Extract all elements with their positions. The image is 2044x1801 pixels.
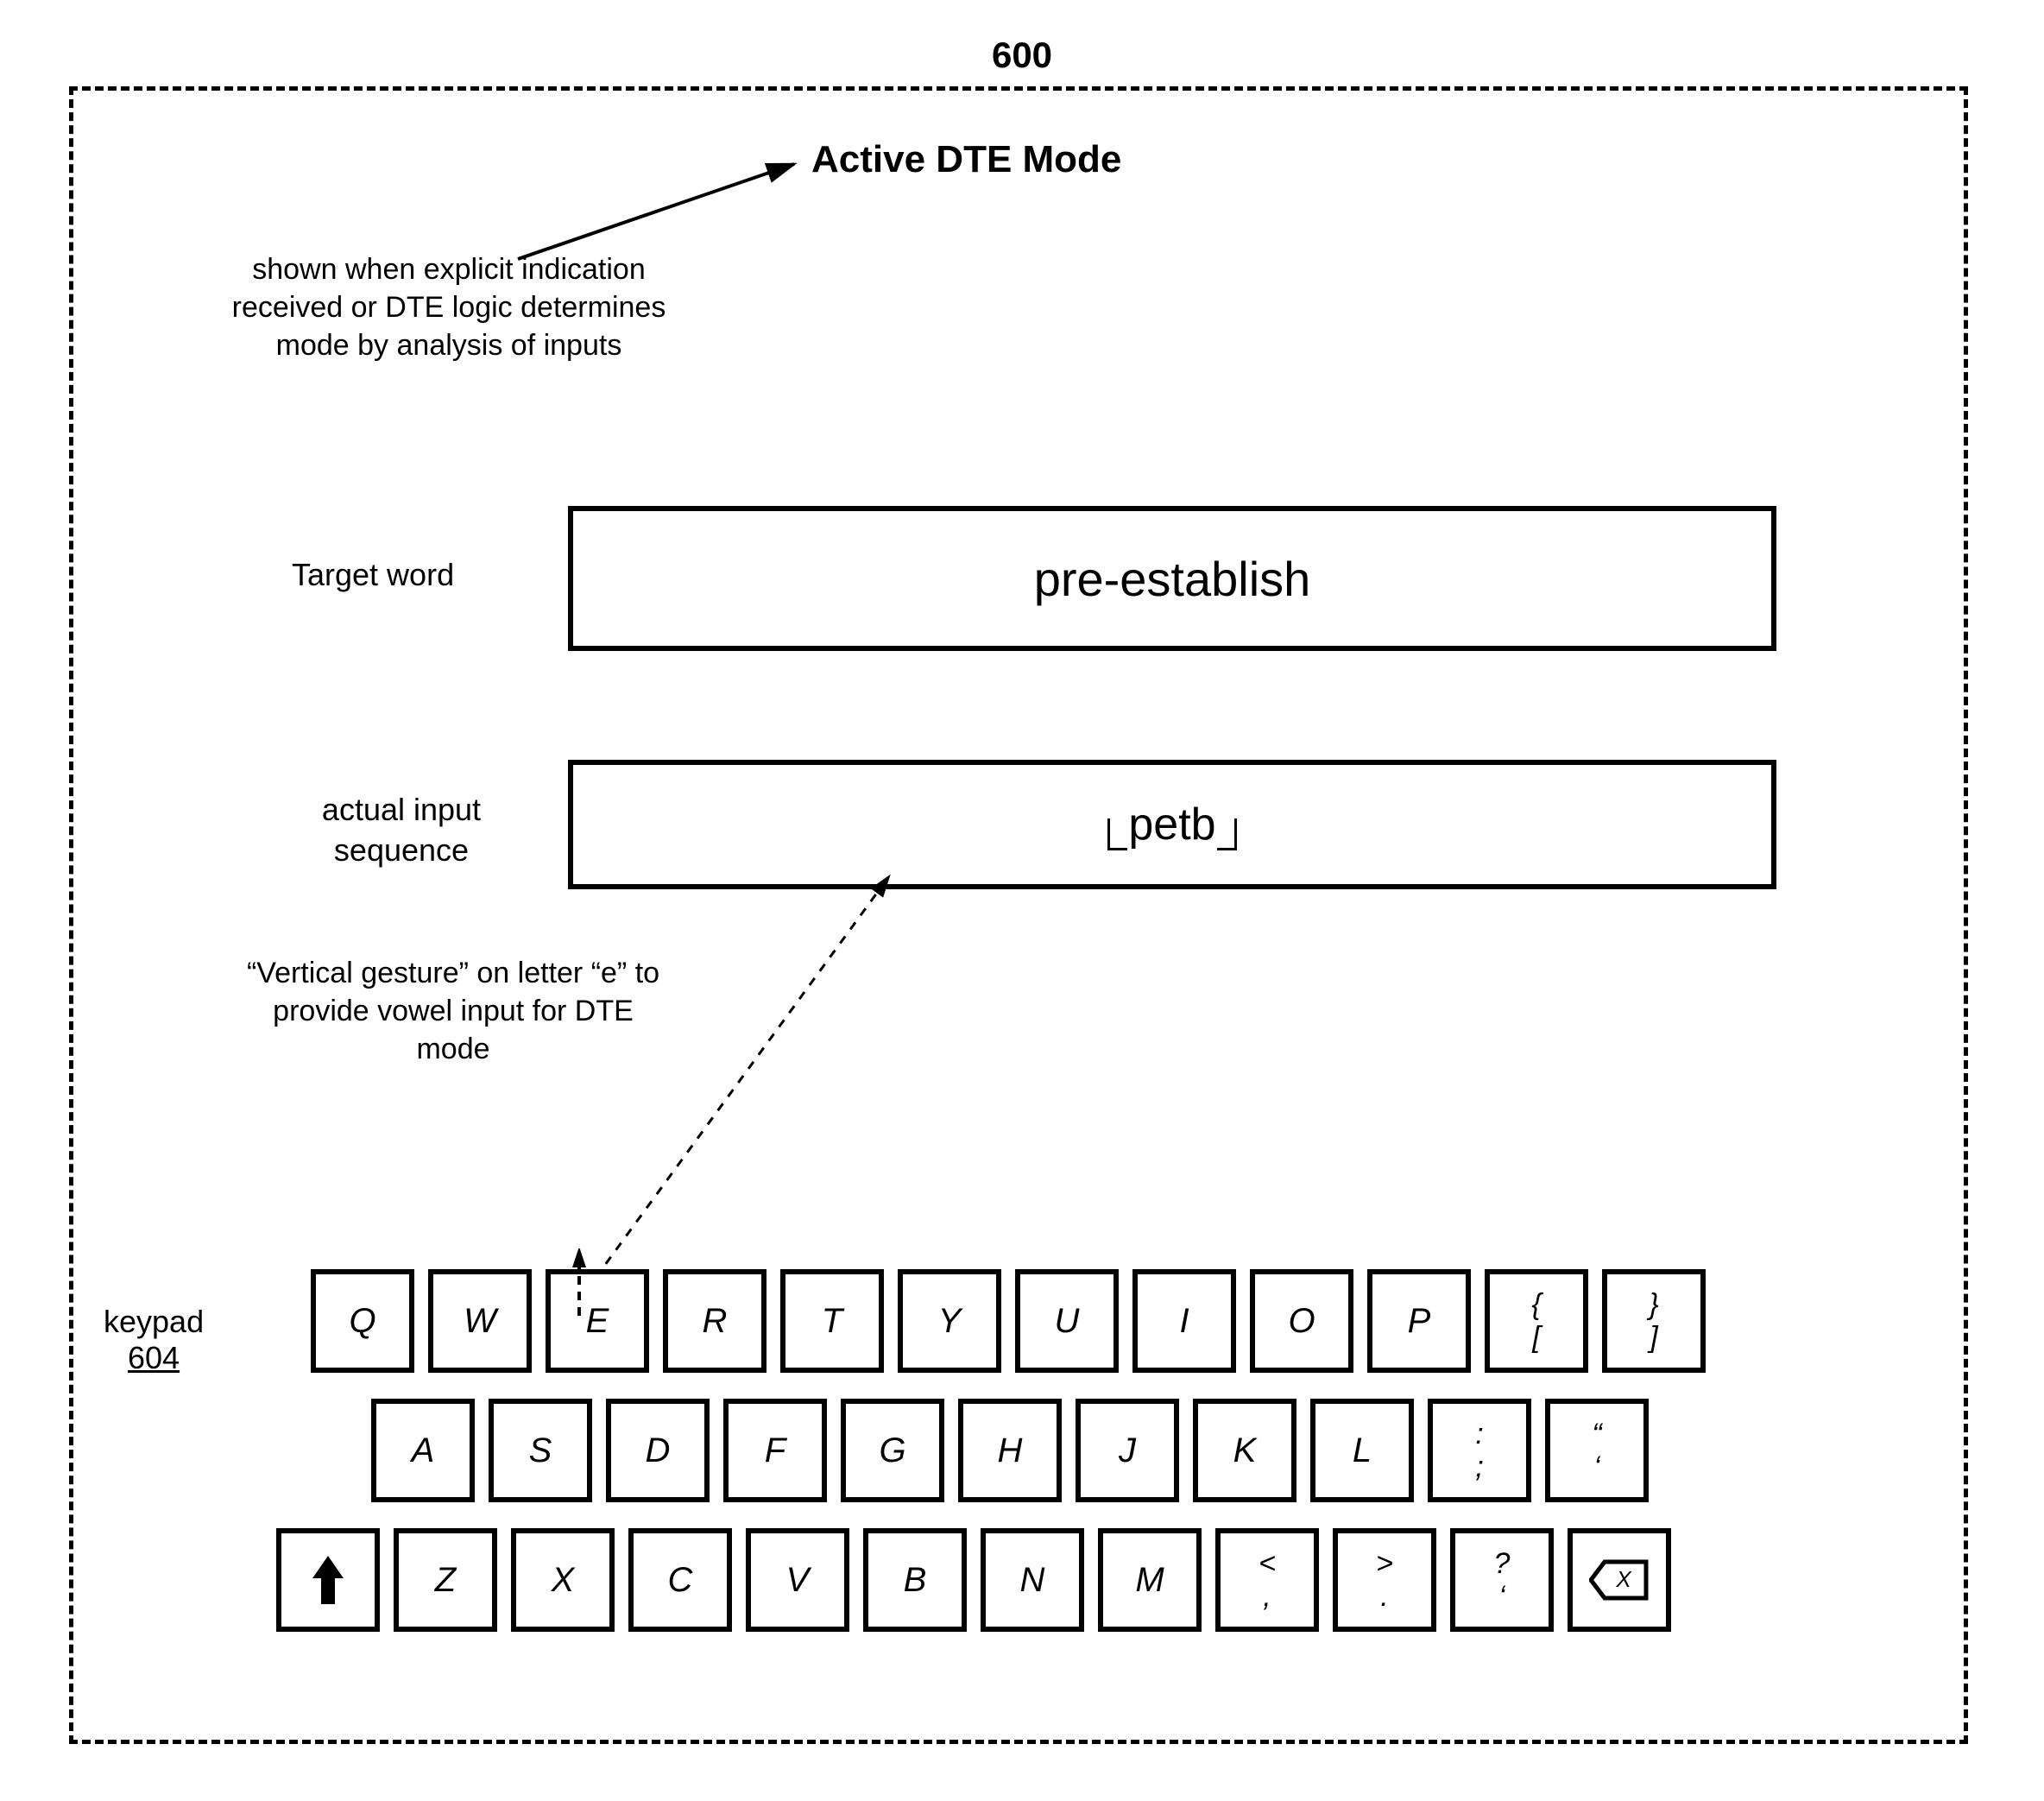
key-row-2: A S D F G H J K L : ; “ ‘ [371,1399,1706,1502]
input-sequence-label: actual input sequence [272,790,531,871]
key-r[interactable]: R [663,1269,766,1373]
figure-number: 600 [992,35,1052,76]
key-backspace[interactable]: X [1568,1528,1671,1632]
key-t[interactable]: T [780,1269,884,1373]
key-quote[interactable]: “ ‘ [1545,1399,1649,1502]
target-word-label: Target word [292,557,454,593]
key-l[interactable]: L [1310,1399,1414,1502]
shift-arrow-icon [310,1554,346,1606]
key-bracket-open[interactable]: { [ [1485,1269,1588,1373]
key-row-3: Z X C V B N M < , > . ? ‘ X [276,1528,1706,1632]
keypad-ref-number: 604 [128,1340,180,1375]
key-h[interactable]: H [958,1399,1062,1502]
keypad: Q W E R T Y U I O P { [311,1269,1706,1658]
dashed-gesture-pointer [587,868,932,1291]
mode-title: Active DTE Mode [811,138,1121,181]
key-e[interactable]: E [546,1269,649,1373]
figure-canvas: 600 Active DTE Mode shown when explicit … [35,35,2009,1766]
key-k[interactable]: K [1193,1399,1296,1502]
keypad-label-text: keypad [104,1304,204,1339]
key-quote-bot: ‘ [1593,1452,1600,1482]
key-bracket-close-bot: ] [1650,1323,1657,1352]
key-a[interactable]: A [371,1399,475,1502]
key-g[interactable]: G [841,1399,944,1502]
key-s[interactable]: S [489,1399,592,1502]
key-comma-top: < [1259,1549,1276,1578]
key-period-bot: . [1380,1582,1388,1611]
key-bracket-close[interactable]: } ] [1602,1269,1706,1373]
key-d[interactable]: D [606,1399,710,1502]
target-word-box: pre-establish [568,506,1776,651]
key-u[interactable]: U [1015,1269,1119,1373]
key-bracket-open-bot: [ [1532,1323,1540,1352]
target-word-value: pre-establish [1034,551,1311,607]
key-o[interactable]: O [1250,1269,1353,1373]
key-semicolon-top: : [1475,1419,1483,1449]
key-bracket-open-top: { [1531,1290,1541,1319]
key-f[interactable]: F [723,1399,827,1502]
key-row-1: Q W E R T Y U I O P { [311,1269,1706,1373]
key-w[interactable]: W [428,1269,532,1373]
key-n[interactable]: N [981,1528,1084,1632]
key-quote-top: “ [1592,1419,1601,1449]
key-q[interactable]: Q [311,1269,414,1373]
explanation-note: shown when explicit indication received … [229,250,669,365]
backspace-icon: X [1589,1558,1650,1602]
key-slash[interactable]: ? ‘ [1450,1528,1554,1632]
svg-text:X: X [1615,1566,1632,1592]
key-c[interactable]: C [628,1528,732,1632]
key-period-top: > [1376,1549,1393,1578]
key-m[interactable]: M [1098,1528,1202,1632]
input-sequence-value: petb [1128,799,1215,850]
key-y[interactable]: Y [898,1269,1001,1373]
key-shift[interactable] [276,1528,380,1632]
key-j[interactable]: J [1076,1399,1179,1502]
key-bracket-close-top: } [1649,1290,1658,1319]
key-i[interactable]: I [1132,1269,1236,1373]
key-semicolon[interactable]: : ; [1428,1399,1531,1502]
keypad-label: keypad 604 [104,1304,204,1376]
key-slash-bot: ‘ [1498,1582,1505,1611]
key-period[interactable]: > . [1333,1528,1436,1632]
key-v[interactable]: V [746,1528,849,1632]
key-slash-top: ? [1494,1549,1511,1578]
key-comma-bot: , [1263,1582,1271,1611]
key-b[interactable]: B [863,1528,967,1632]
key-p[interactable]: P [1367,1269,1471,1373]
key-z[interactable]: Z [394,1528,497,1632]
key-semicolon-bot: ; [1475,1452,1483,1482]
key-x[interactable]: X [511,1528,615,1632]
key-comma[interactable]: < , [1215,1528,1319,1632]
vertical-gesture-arrow-icon [566,1248,592,1318]
